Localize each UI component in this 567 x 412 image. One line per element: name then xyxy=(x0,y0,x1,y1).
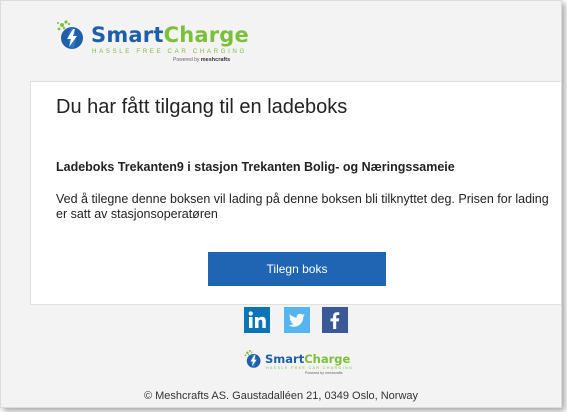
brand-name-part2: Charge xyxy=(163,23,249,47)
email-header: SmartCharge HASSLE FREE CAR CHARGING Pow… xyxy=(1,1,561,79)
card-title: Du har fått tilgang til en ladeboks xyxy=(56,96,348,118)
facebook-link[interactable] xyxy=(322,307,348,333)
email-frame: SmartCharge HASSLE FREE CAR CHARGING Pow… xyxy=(0,0,562,408)
linkedin-link[interactable] xyxy=(244,307,270,333)
powered-company: meshcrafts xyxy=(200,57,231,63)
smartcharge-logo[interactable]: SmartCharge HASSLE FREE CAR CHARGING Pow… xyxy=(55,17,255,67)
powered-prefix: Powered by xyxy=(173,57,200,63)
twitter-link[interactable] xyxy=(284,307,310,333)
footer-logo-icon xyxy=(244,349,261,368)
facebook-icon xyxy=(322,307,348,333)
content-card: Du har fått tilgang til en ladeboks Lade… xyxy=(30,81,561,305)
footer-brand-name: SmartCharge xyxy=(265,352,350,366)
brand-name-part1: Smart xyxy=(91,23,164,47)
claim-box-button[interactable]: Tilegn boks xyxy=(208,252,386,286)
brand-name: SmartCharge xyxy=(91,23,249,47)
footer-powered-prefix: Powered by xyxy=(305,371,324,375)
smartcharge-logo-icon xyxy=(57,20,83,49)
twitter-icon xyxy=(284,307,310,333)
footer-smartcharge-logo[interactable]: SmartCharge HASSLE FREE CAR CHARGING Pow… xyxy=(243,349,363,379)
footer-brand-name-part1: Smart xyxy=(265,352,305,366)
powered-by: Powered by meshcrafts xyxy=(173,57,230,63)
footer-powered-by: Powered by meshcrafts xyxy=(305,371,343,375)
footer-copyright: © Meshcrafts AS. Gaustadalléen 21, 0349 … xyxy=(143,390,419,402)
charger-station-heading: Ladeboks Trekanten9 i stasjon Trekanten … xyxy=(56,160,455,174)
brand-tagline: HASSLE FREE CAR CHARGING xyxy=(92,48,247,55)
footer-powered-company: meshcrafts xyxy=(324,371,343,375)
card-body-text: Ved å tilegne denne boksen vil lading på… xyxy=(56,192,549,221)
footer-brand-tagline: HASSLE FREE CAR CHARGING xyxy=(266,366,354,370)
linkedin-icon xyxy=(244,307,270,333)
footer-brand-name-part2: Charge xyxy=(304,352,351,366)
